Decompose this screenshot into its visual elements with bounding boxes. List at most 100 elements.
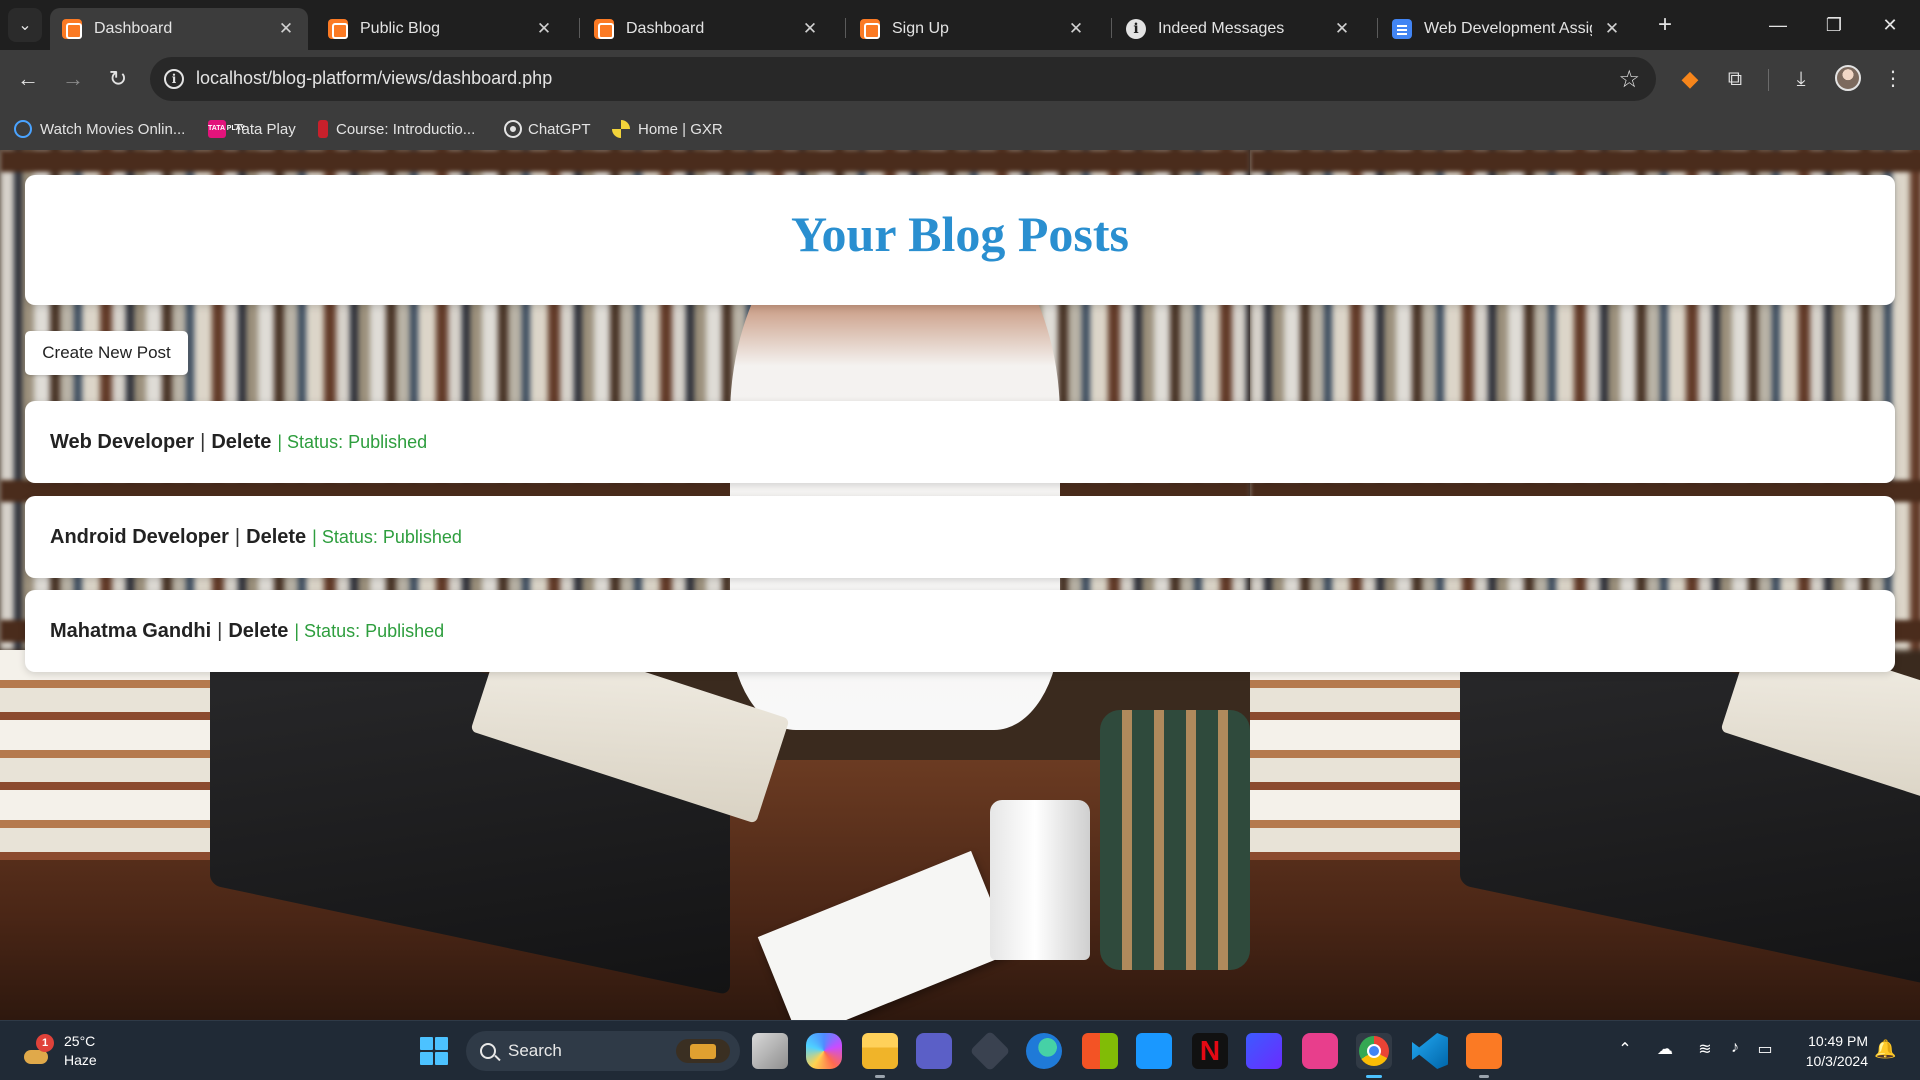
close-icon[interactable]: ✕ — [276, 19, 296, 39]
notification-badge: 1 — [36, 1034, 54, 1052]
address-bar[interactable]: i localhost/blog-platform/views/dashboar… — [150, 57, 1656, 101]
clock-time: 10:49 PM — [1808, 1033, 1868, 1049]
movie-icon — [14, 120, 32, 138]
tab-separator — [1111, 18, 1112, 38]
tab-web-dev-assignment[interactable]: Web Development Assignm ✕ — [1380, 8, 1634, 50]
chrome-icon[interactable] — [1356, 1033, 1392, 1078]
close-icon[interactable]: ✕ — [1066, 19, 1086, 39]
forward-arrow-icon[interactable]: → — [55, 61, 91, 97]
taskbar-search[interactable]: Search — [466, 1031, 740, 1071]
delete-post-link[interactable]: Delete — [211, 431, 271, 454]
xampp-icon — [328, 19, 348, 39]
bookmark-chatgpt[interactable]: ChatGPT — [504, 117, 591, 141]
xampp-icon — [594, 19, 614, 39]
xampp-icon[interactable] — [1466, 1033, 1502, 1078]
post-title-link[interactable]: Android Developer — [50, 526, 229, 549]
onedrive-cloud-icon[interactable]: ☁ — [1652, 1039, 1678, 1059]
bookmark-course[interactable]: Course: Introductio... — [318, 117, 475, 141]
microsoft-store-icon[interactable] — [1082, 1033, 1118, 1069]
tab-title: Public Blog — [360, 20, 441, 37]
chevron-up-icon[interactable]: ⌃ — [1612, 1039, 1638, 1059]
url-text[interactable]: localhost/blog-platform/views/dashboard.… — [196, 68, 552, 89]
post-title-link[interactable]: Mahatma Gandhi — [50, 620, 211, 643]
toolbar-divider — [1768, 69, 1769, 91]
post-item: Web Developer | Delete | Status: Publish… — [25, 401, 1895, 483]
bookmark-watch-movies[interactable]: Watch Movies Onlin... — [14, 117, 185, 141]
close-icon[interactable]: ✕ — [1332, 19, 1352, 39]
metamask-fox-icon[interactable]: ◆ — [1674, 63, 1706, 95]
bookmark-label: ChatGPT — [528, 120, 591, 138]
bookmark-gxr[interactable]: Home | GXR — [612, 117, 723, 141]
reload-icon[interactable]: ↻ — [100, 61, 136, 97]
weather-widget[interactable]: 1 25°C Haze — [20, 1029, 97, 1073]
back-arrow-icon[interactable]: ← — [10, 61, 46, 97]
delete-post-link[interactable]: Delete — [246, 526, 306, 549]
briefcase-icon — [676, 1039, 730, 1063]
restore-icon[interactable]: ❐ — [1811, 8, 1857, 42]
clipchamp-icon[interactable] — [1302, 1033, 1338, 1069]
mathway-icon[interactable] — [1246, 1033, 1282, 1069]
post-title-link[interactable]: Web Developer — [50, 431, 194, 454]
system-clock[interactable]: 10:49 PM 10/3/2024 — [1796, 1031, 1868, 1071]
chatgpt-icon — [504, 120, 522, 138]
task-view-icon[interactable] — [752, 1033, 788, 1069]
tab-title: Web Development Assignm — [1424, 20, 1592, 37]
profile-avatar[interactable] — [1835, 65, 1861, 91]
browser-toolbar: ← → ↻ i localhost/blog-platform/views/da… — [0, 50, 1920, 108]
bookmark-tata-play[interactable]: TATA PLAY Tata Play — [208, 117, 296, 141]
close-icon[interactable]: ✕ — [800, 19, 820, 39]
search-icon — [480, 1043, 496, 1059]
tab-public-blog[interactable]: Public Blog ✕ — [316, 8, 566, 50]
windows-start-icon[interactable] — [420, 1037, 448, 1065]
close-icon[interactable]: ✕ — [534, 19, 554, 39]
tab-dashboard[interactable]: Dashboard ✕ — [582, 8, 832, 50]
tata-play-icon: TATA PLAY — [208, 120, 245, 138]
bookmark-star-icon[interactable]: ☆ — [1618, 65, 1640, 94]
post-status: | Status: Published — [312, 526, 462, 547]
delete-post-link[interactable]: Delete — [228, 620, 288, 643]
clock-date: 10/3/2024 — [1805, 1053, 1868, 1069]
google-docs-icon — [1392, 19, 1412, 39]
prime-video-icon[interactable] — [1136, 1033, 1172, 1069]
battery-icon[interactable]: ▭ — [1752, 1039, 1778, 1059]
weather-condition: Haze — [64, 1052, 97, 1068]
create-new-post-button[interactable]: Create New Post — [25, 331, 188, 375]
tab-title: Indeed Messages — [1158, 20, 1285, 37]
tab-separator — [1377, 18, 1378, 38]
tab-sign-up[interactable]: Sign Up ✕ — [848, 8, 1098, 50]
tab-search-button[interactable]: ⌄ — [8, 8, 42, 42]
minimize-icon[interactable]: — — [1755, 8, 1801, 42]
file-explorer-icon[interactable] — [862, 1033, 898, 1078]
separator: | — [200, 430, 206, 453]
tab-title: Sign Up — [892, 20, 949, 37]
tab-separator — [845, 18, 846, 38]
vscode-icon[interactable] — [1412, 1033, 1448, 1069]
info-icon: i — [1126, 19, 1146, 39]
tab-strip: ⌄ Dashboard ✕ Public Blog ✕ Dashboard ✕ … — [0, 0, 1920, 50]
download-icon[interactable]: ⤓ — [1785, 63, 1817, 95]
wifi-icon[interactable]: ≋ — [1692, 1039, 1718, 1059]
bookmarks-bar: Watch Movies Onlin... TATA PLAY Tata Pla… — [0, 108, 1920, 150]
edge-icon[interactable] — [1026, 1033, 1062, 1069]
hex-app-icon[interactable] — [969, 1030, 1011, 1072]
weather-temperature: 25°C — [64, 1033, 96, 1049]
volume-icon[interactable]: ♪ — [1722, 1039, 1748, 1057]
window-close-icon[interactable]: ✕ — [1867, 8, 1913, 42]
bookmark-label: Watch Movies Onlin... — [40, 120, 186, 138]
notification-bell-icon[interactable]: 🔔 — [1874, 1039, 1896, 1060]
course-icon — [318, 120, 328, 138]
kebab-menu-icon[interactable]: ⋮ — [1877, 63, 1909, 95]
bookmark-label: Tata Play — [234, 120, 296, 138]
tab-indeed-messages[interactable]: i Indeed Messages ✕ — [1114, 8, 1364, 50]
copilot-icon[interactable] — [806, 1033, 842, 1069]
tab-dashboard-active[interactable]: Dashboard ✕ — [50, 8, 308, 50]
site-info-icon[interactable]: i — [164, 69, 184, 89]
new-tab-button[interactable]: + — [1650, 10, 1680, 40]
page-title: Your Blog Posts — [790, 206, 1129, 262]
netflix-icon[interactable]: N — [1192, 1033, 1228, 1069]
teams-icon[interactable] — [916, 1033, 952, 1069]
xampp-icon — [62, 19, 82, 39]
extensions-puzzle-icon[interactable]: ⧉ — [1719, 63, 1751, 95]
close-icon[interactable]: ✕ — [1602, 19, 1622, 39]
post-item: Android Developer | Delete | Status: Pub… — [25, 496, 1895, 578]
